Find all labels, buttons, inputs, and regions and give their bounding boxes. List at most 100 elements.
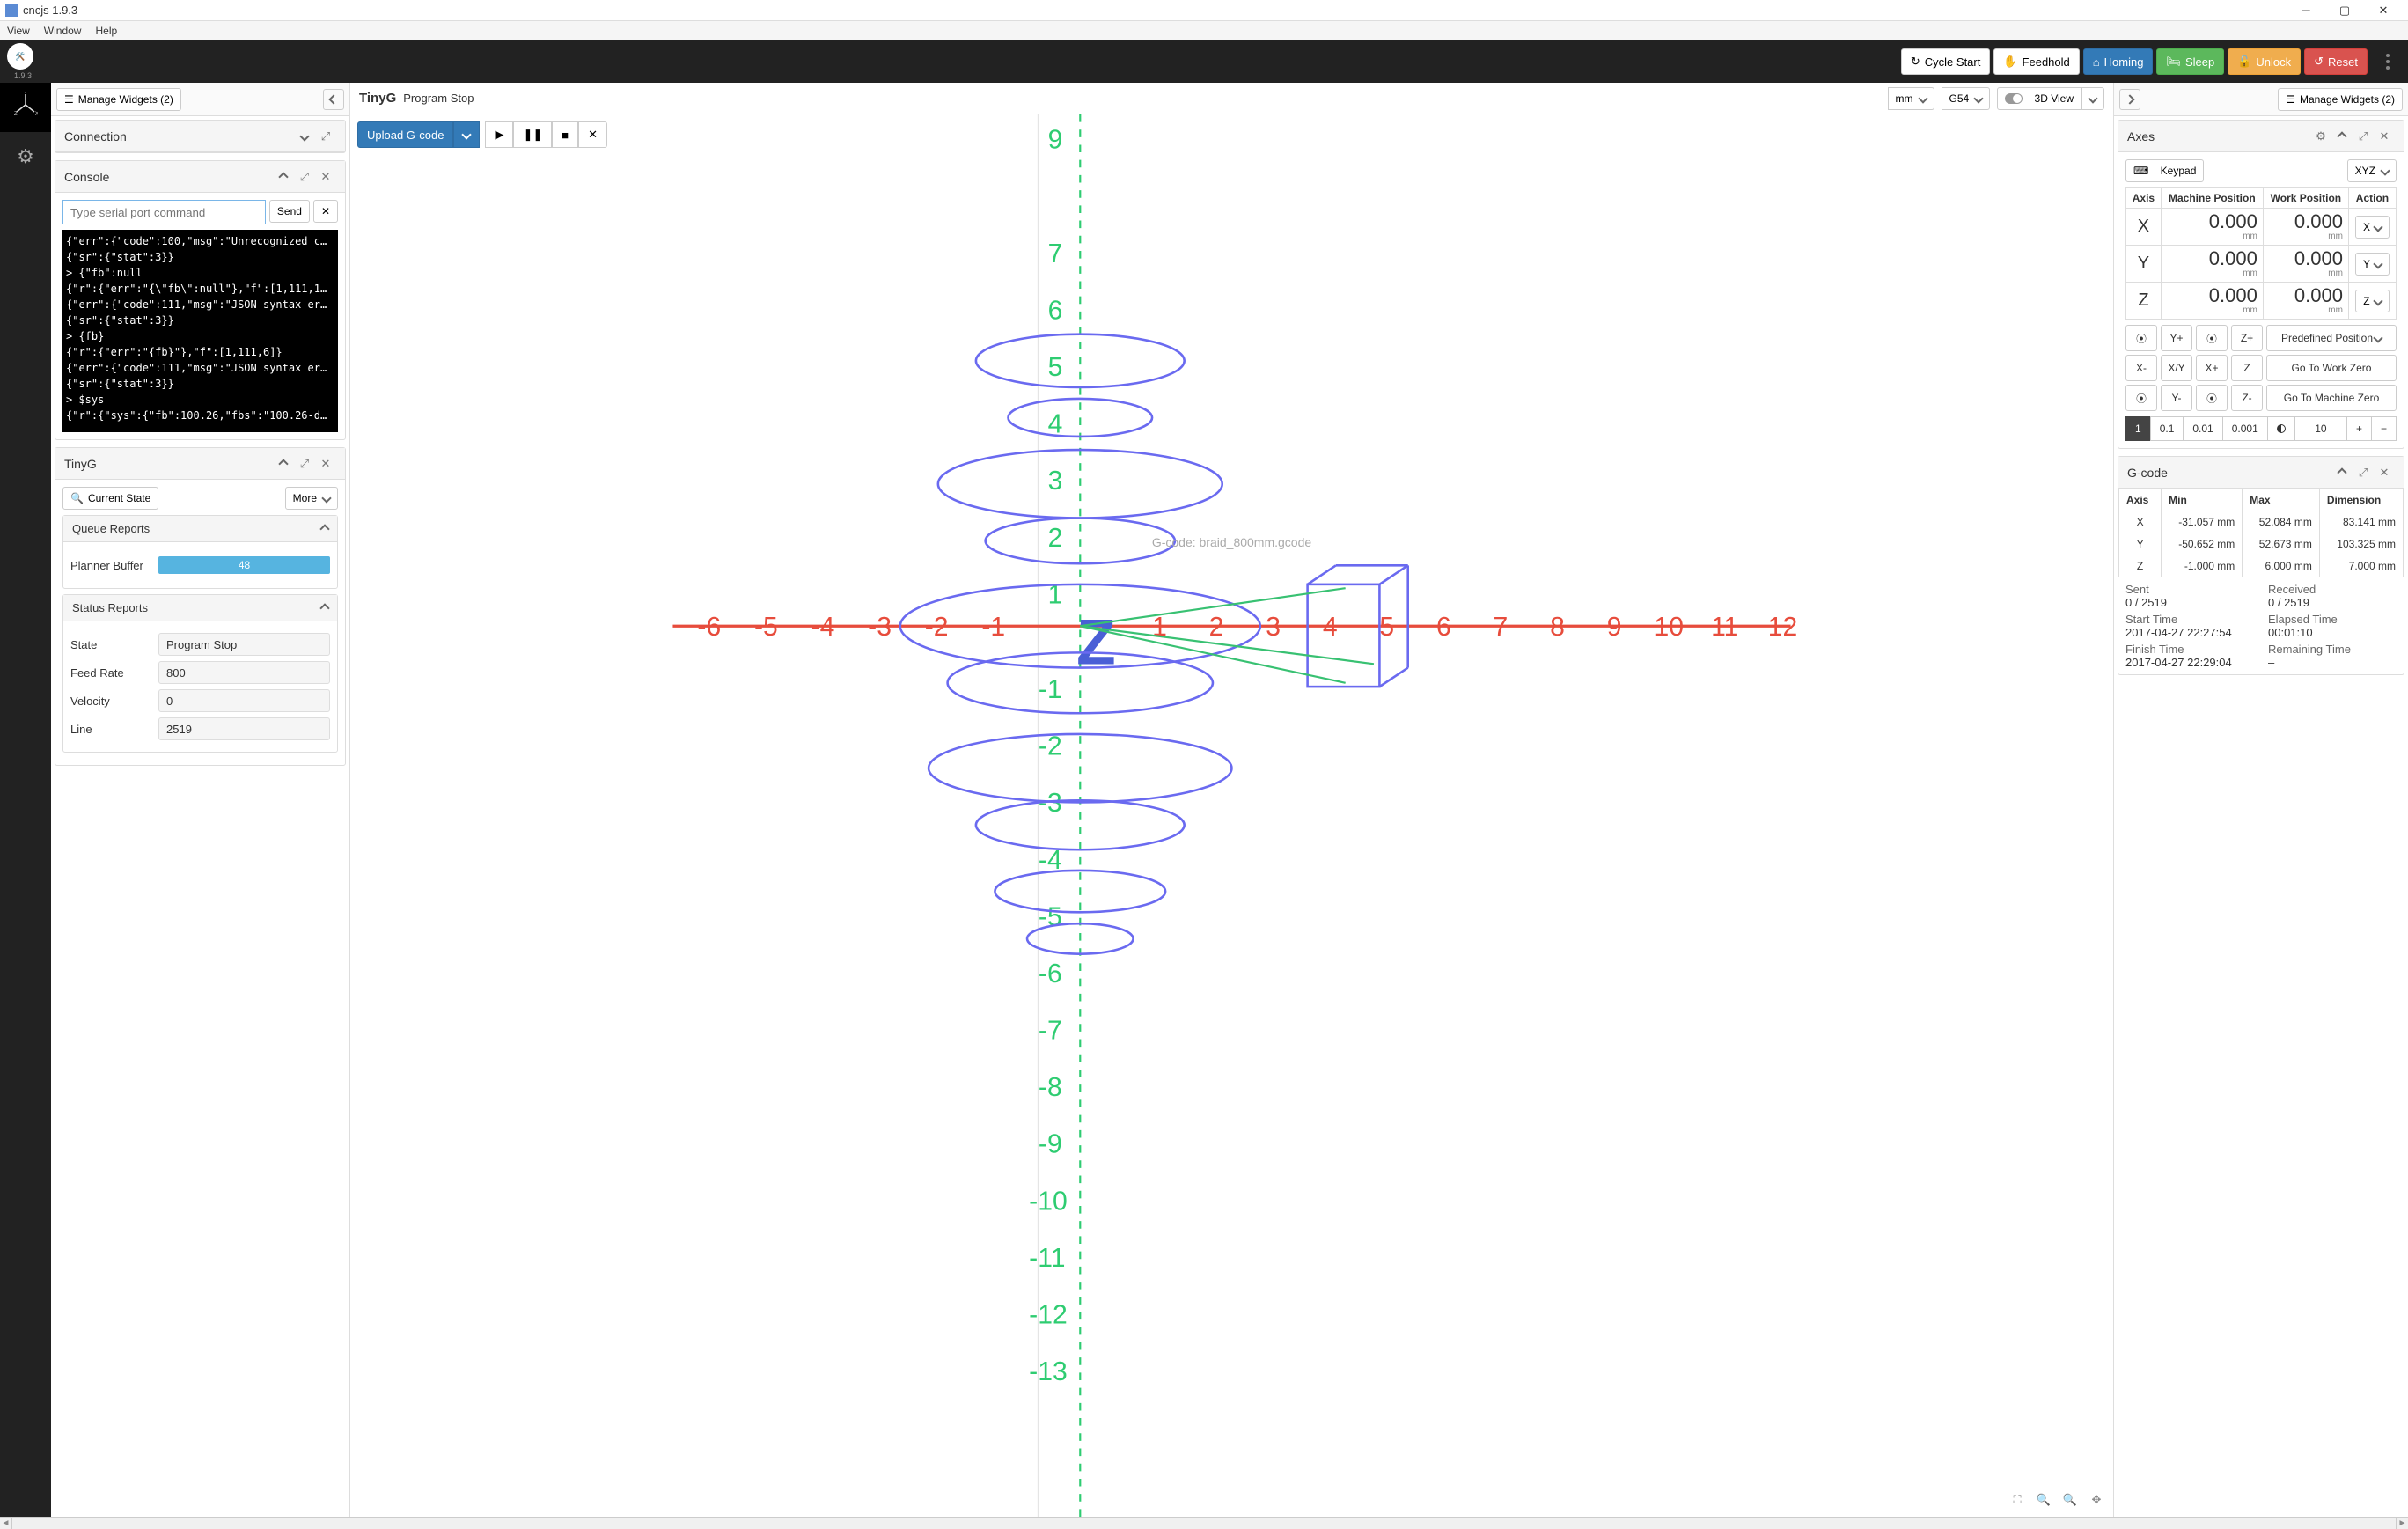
keypad-button[interactable]: ⌨ Keypad bbox=[2125, 159, 2204, 182]
view-dropdown-button[interactable] bbox=[2081, 87, 2104, 110]
tinyg-more-button[interactable]: More bbox=[285, 487, 338, 510]
manage-widgets-left-button[interactable]: ☰Manage Widgets (2) bbox=[56, 88, 181, 111]
tinyg-collapse-button[interactable] bbox=[273, 453, 294, 474]
jog-y-minus-button[interactable]: Y- bbox=[2161, 385, 2192, 411]
zoom-out-icon: 🔍 bbox=[2063, 1493, 2077, 1507]
console-close-button[interactable]: ✕ bbox=[315, 166, 336, 187]
step-plus-button[interactable]: + bbox=[2346, 416, 2372, 441]
jog-z-minus-button[interactable]: Z- bbox=[2231, 385, 2263, 411]
gcode-fullscreen-button[interactable]: ⤢ bbox=[2353, 462, 2374, 483]
scroll-left-button[interactable]: ◄ bbox=[0, 1518, 12, 1529]
jog-z-button[interactable]: Z bbox=[2231, 355, 2263, 381]
xyz-select[interactable]: XYZ bbox=[2347, 159, 2397, 182]
axes-close-button[interactable]: ✕ bbox=[2374, 126, 2395, 147]
homing-button[interactable]: ⌂Homing bbox=[2083, 48, 2154, 75]
step-button[interactable]: 0.001 bbox=[2222, 416, 2268, 441]
maximize-button[interactable]: ▢ bbox=[2325, 1, 2364, 20]
unlock-button[interactable]: 🔓Unlock bbox=[2228, 48, 2301, 75]
predefined-position-button[interactable]: Predefined Position bbox=[2266, 325, 2397, 351]
cycle-start-button[interactable]: ↻Cycle Start bbox=[1901, 48, 1990, 75]
reset-button[interactable]: ↺Reset bbox=[2304, 48, 2368, 75]
collapse-left-button[interactable] bbox=[323, 89, 344, 110]
workspace-tab[interactable]: YXZ bbox=[0, 83, 51, 132]
keyboard-icon: ⌨ bbox=[2133, 165, 2148, 177]
jog-x-plus-button[interactable]: X+ bbox=[2196, 355, 2228, 381]
step-button[interactable]: 1 bbox=[2125, 416, 2151, 441]
axis-action-button[interactable]: X bbox=[2355, 216, 2390, 239]
jog-home-tl-button[interactable]: ⦿ bbox=[2125, 325, 2157, 351]
jog-home-bl-button[interactable]: ⦿ bbox=[2125, 385, 2157, 411]
queue-reports-toggle[interactable] bbox=[319, 524, 329, 533]
axes-fullscreen-button[interactable]: ⤢ bbox=[2353, 126, 2374, 147]
jog-z-plus-button[interactable]: Z+ bbox=[2231, 325, 2263, 351]
menu-window[interactable]: Window bbox=[44, 25, 82, 37]
feedhold-button[interactable]: ✋Feedhold bbox=[1993, 48, 2079, 75]
console-fullscreen-button[interactable]: ⤢ bbox=[294, 166, 315, 187]
step-button[interactable]: 0.1 bbox=[2150, 416, 2184, 441]
fit-screen-button[interactable]: ⛶ bbox=[2008, 1490, 2027, 1510]
console-input[interactable] bbox=[62, 200, 266, 224]
app-version: 1.9.3 bbox=[14, 71, 32, 80]
connection-toggle-button[interactable] bbox=[294, 126, 315, 147]
gcode-widget: G-code ⤢ ✕ AxisMinMaxDimension X-31.057 … bbox=[2118, 456, 2404, 675]
console-send-button[interactable]: Send bbox=[269, 200, 310, 223]
feed-rate-value: 800 bbox=[158, 661, 330, 684]
jog-x-minus-button[interactable]: X- bbox=[2125, 355, 2157, 381]
minimize-button[interactable]: ─ bbox=[2287, 1, 2325, 20]
horizontal-scrollbar[interactable]: ◄ ► bbox=[0, 1517, 2408, 1529]
axes-settings-button[interactable]: ⚙ bbox=[2310, 126, 2331, 147]
zoom-out-button[interactable]: 🔍 bbox=[2060, 1490, 2080, 1510]
axis-action-button[interactable]: Z bbox=[2355, 290, 2389, 312]
planner-buffer-bar: 48 bbox=[158, 556, 330, 574]
goto-machine-zero-button[interactable]: Go To Machine Zero bbox=[2266, 385, 2397, 411]
jog-home-tr-button[interactable]: ⦿ bbox=[2196, 325, 2228, 351]
axis-action-button[interactable]: Y bbox=[2355, 253, 2390, 276]
jog-xy-button[interactable]: X/Y bbox=[2161, 355, 2192, 381]
step-button[interactable]: 0.01 bbox=[2183, 416, 2222, 441]
svg-text:-1: -1 bbox=[1039, 675, 1062, 704]
svg-text:6: 6 bbox=[1048, 296, 1063, 325]
step-minus-button[interactable]: − bbox=[2371, 416, 2397, 441]
menu-bar: View Window Help bbox=[0, 21, 2408, 40]
settings-tab[interactable]: ⚙ bbox=[0, 132, 51, 181]
console-terminal[interactable]: {"err":{"code":100,"msg":"Unrecognized c… bbox=[62, 230, 338, 432]
axes-collapse-button[interactable] bbox=[2331, 126, 2353, 147]
connection-fullscreen-button[interactable]: ⤢ bbox=[315, 126, 336, 147]
more-menu-button[interactable] bbox=[2375, 48, 2401, 75]
gcode-row: Y-50.652 mm52.673 mm103.325 mm bbox=[2119, 533, 2404, 555]
bed-icon: 🛏 bbox=[2166, 55, 2181, 69]
svg-text:-4: -4 bbox=[811, 613, 835, 642]
svg-text:9: 9 bbox=[1607, 613, 1622, 642]
status-reports-panel: Status Reports StateProgram Stop Feed Ra… bbox=[62, 594, 338, 753]
tinyg-close-button[interactable]: ✕ bbox=[315, 453, 336, 474]
collapse-right-button[interactable] bbox=[2119, 89, 2140, 110]
wcs-select[interactable]: G54 bbox=[1942, 87, 1991, 110]
console-clear-button[interactable]: ✕ bbox=[313, 200, 338, 223]
unit-select[interactable]: mm bbox=[1888, 87, 1934, 110]
menu-help[interactable]: Help bbox=[95, 25, 117, 37]
tinyg-fullscreen-button[interactable]: ⤢ bbox=[294, 453, 315, 474]
close-button[interactable]: ✕ bbox=[2364, 1, 2403, 20]
status-reports-toggle[interactable] bbox=[319, 603, 329, 613]
svg-text:-7: -7 bbox=[1039, 1017, 1062, 1046]
goto-work-zero-button[interactable]: Go To Work Zero bbox=[2266, 355, 2397, 381]
connection-title: Connection bbox=[64, 129, 294, 143]
gcode-close-button[interactable]: ✕ bbox=[2374, 462, 2395, 483]
view-3d-button[interactable]: 3D View bbox=[1997, 87, 2081, 110]
jog-y-plus-button[interactable]: Y+ bbox=[2161, 325, 2192, 351]
step-custom-divider[interactable] bbox=[2267, 416, 2295, 441]
manage-widgets-right-button[interactable]: ☰Manage Widgets (2) bbox=[2278, 88, 2403, 111]
menu-view[interactable]: View bbox=[7, 25, 30, 37]
console-collapse-button[interactable] bbox=[273, 166, 294, 187]
gcode-viewer[interactable]: Upload G-code ▶ ❚❚ ■ ✕ -6-5-4-3-2-112345… bbox=[350, 114, 2113, 1517]
zoom-in-button[interactable]: 🔍 bbox=[2034, 1490, 2053, 1510]
step-custom-value[interactable]: 10 bbox=[2294, 416, 2347, 441]
jog-home-br-button[interactable]: ⦿ bbox=[2196, 385, 2228, 411]
gcode-collapse-button[interactable] bbox=[2331, 462, 2353, 483]
scroll-right-button[interactable]: ► bbox=[2396, 1518, 2408, 1529]
left-sidebar: YXZ ⚙ bbox=[0, 83, 51, 1517]
current-state-button[interactable]: 🔍Current State bbox=[62, 487, 158, 510]
pan-button[interactable]: ✥ bbox=[2087, 1490, 2106, 1510]
svg-text:Y: Y bbox=[24, 92, 27, 95]
sleep-button[interactable]: 🛏Sleep bbox=[2156, 48, 2224, 75]
